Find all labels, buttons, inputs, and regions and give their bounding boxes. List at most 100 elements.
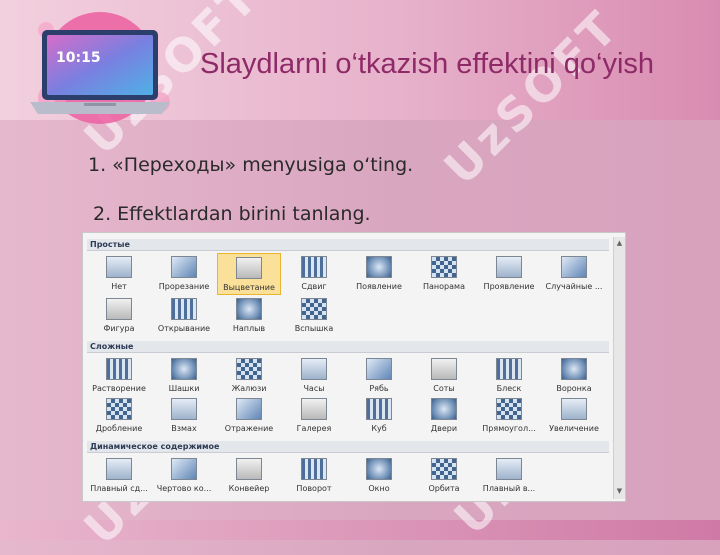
transition-option-label: Прорезание <box>158 282 210 291</box>
transition-option-label: Сдвиг <box>301 282 327 291</box>
transition-option[interactable]: Вспышка <box>282 295 346 337</box>
transition-gallery: Простые Сложные Динамическое содержимое … <box>82 232 626 502</box>
transition-option[interactable]: Поворот <box>282 455 346 497</box>
transition-option[interactable]: Соты <box>412 355 476 397</box>
transition-option-label: Чертово ко... <box>156 484 212 493</box>
transition-option[interactable]: Рябь <box>347 355 411 397</box>
fade-icon <box>236 257 262 279</box>
transition-option-label: Прямоугол... <box>482 424 536 433</box>
transition-option[interactable]: Открывание <box>152 295 216 337</box>
transition-option[interactable]: Сдвиг <box>282 253 346 295</box>
transition-option[interactable]: Появление <box>347 253 411 295</box>
reveal-icon <box>496 256 522 278</box>
glitter-icon <box>496 358 522 380</box>
transition-option[interactable]: Часы <box>282 355 346 397</box>
transition-option[interactable]: Прямоугол... <box>477 395 541 437</box>
scroll-down-icon[interactable]: ▼ <box>615 487 624 496</box>
transition-option[interactable]: Взмах <box>152 395 216 437</box>
transition-option[interactable]: Двери <box>412 395 476 437</box>
flip-icon <box>236 398 262 420</box>
instruction-step-2: 2. Effektlardan birini tanlang. <box>93 203 371 225</box>
transition-option-label: Фигура <box>103 324 135 333</box>
transition-option[interactable]: Наплыв <box>217 295 281 337</box>
transition-option[interactable]: Дробление <box>87 395 151 437</box>
split-icon <box>431 256 457 278</box>
doors-icon <box>431 398 457 420</box>
transition-option[interactable]: Блеск <box>477 355 541 397</box>
transition-option[interactable]: Увеличение <box>542 395 606 437</box>
transition-option[interactable]: Фигура <box>87 295 151 337</box>
gallery-icon <box>301 398 327 420</box>
cut-icon <box>171 256 197 278</box>
wipe-icon <box>366 256 392 278</box>
transition-option[interactable]: Куб <box>347 395 411 437</box>
honeycomb-icon <box>431 358 457 380</box>
transition-option[interactable]: Плавный сд... <box>87 455 151 497</box>
transition-option-label: Конвейер <box>228 484 270 493</box>
transition-option[interactable]: Нет <box>87 253 151 295</box>
transition-option-label: Вспышка <box>294 324 334 333</box>
transition-option-label: Жалюзи <box>231 384 267 393</box>
transition-option-label: Поворот <box>296 484 332 493</box>
shred-icon <box>106 398 132 420</box>
transition-option[interactable]: Окно <box>347 455 411 497</box>
transition-option-label: Плавный в... <box>482 484 536 493</box>
transition-option-label: Куб <box>371 424 387 433</box>
transition-option[interactable]: Чертово ко... <box>152 455 216 497</box>
transition-option-label: Орбита <box>428 484 460 493</box>
transition-option[interactable]: Орбита <box>412 455 476 497</box>
box-icon <box>496 398 522 420</box>
pan-icon <box>106 458 132 480</box>
logo-clock-text: 10:15 <box>56 50 101 66</box>
vortex-icon <box>561 358 587 380</box>
shape-icon <box>106 298 132 320</box>
transition-option-label: Воронка <box>556 384 592 393</box>
transition-option-label: Открывание <box>157 324 211 333</box>
transition-option-label: Наплыв <box>232 324 266 333</box>
transition-option[interactable]: Плавный в... <box>477 455 541 497</box>
gallery-scrollbar[interactable]: ▲ ▼ <box>613 237 625 499</box>
instruction-step-1: 1. «Переходы» menyusiga o‘ting. <box>88 154 414 176</box>
fly-through-icon <box>496 458 522 480</box>
rotate-icon <box>301 458 327 480</box>
transition-option[interactable]: Воронка <box>542 355 606 397</box>
transition-option[interactable]: Шашки <box>152 355 216 397</box>
ferris-wheel-icon <box>171 458 197 480</box>
transition-option[interactable]: Случайные ... <box>542 253 606 295</box>
transition-option[interactable]: Жалюзи <box>217 355 281 397</box>
transition-option[interactable]: Растворение <box>87 355 151 397</box>
footer-band <box>0 520 720 540</box>
transition-option[interactable]: Панорама <box>412 253 476 295</box>
transition-option[interactable]: Отражение <box>217 395 281 437</box>
transition-option[interactable]: Выцветание <box>217 253 281 295</box>
transition-option-label: Появление <box>356 282 402 291</box>
transition-option-label: Галерея <box>296 424 332 433</box>
cube-icon <box>366 398 392 420</box>
dissolve-icon <box>106 358 132 380</box>
flash-icon <box>301 298 327 320</box>
transition-option[interactable]: Конвейер <box>217 455 281 497</box>
transition-option[interactable]: Проявление <box>477 253 541 295</box>
none-icon <box>106 256 132 278</box>
section-header-simple: Простые <box>87 239 609 251</box>
clock-icon <box>301 358 327 380</box>
transition-option[interactable]: Прорезание <box>152 253 216 295</box>
transition-option-label: Случайные ... <box>545 282 603 291</box>
cover-icon <box>236 298 262 320</box>
blinds-icon <box>236 358 262 380</box>
transition-option-label: Шашки <box>168 384 200 393</box>
checkerboard-icon <box>171 358 197 380</box>
transition-option-label: Дробление <box>95 424 143 433</box>
transition-option[interactable]: Галерея <box>282 395 346 437</box>
scroll-up-icon[interactable]: ▲ <box>615 239 624 248</box>
transition-option-label: Двери <box>430 424 458 433</box>
laptop-logo: 10:15 <box>30 12 170 124</box>
transition-option-label: Выцветание <box>223 283 275 292</box>
section-header-complex: Сложные <box>87 341 609 353</box>
transition-option-label: Рябь <box>369 384 389 393</box>
transition-option-label: Проявление <box>483 282 535 291</box>
transition-option-label: Окно <box>368 484 390 493</box>
zoom-icon <box>561 398 587 420</box>
transition-option-label: Часы <box>303 384 325 393</box>
transition-option-label: Отражение <box>224 424 274 433</box>
